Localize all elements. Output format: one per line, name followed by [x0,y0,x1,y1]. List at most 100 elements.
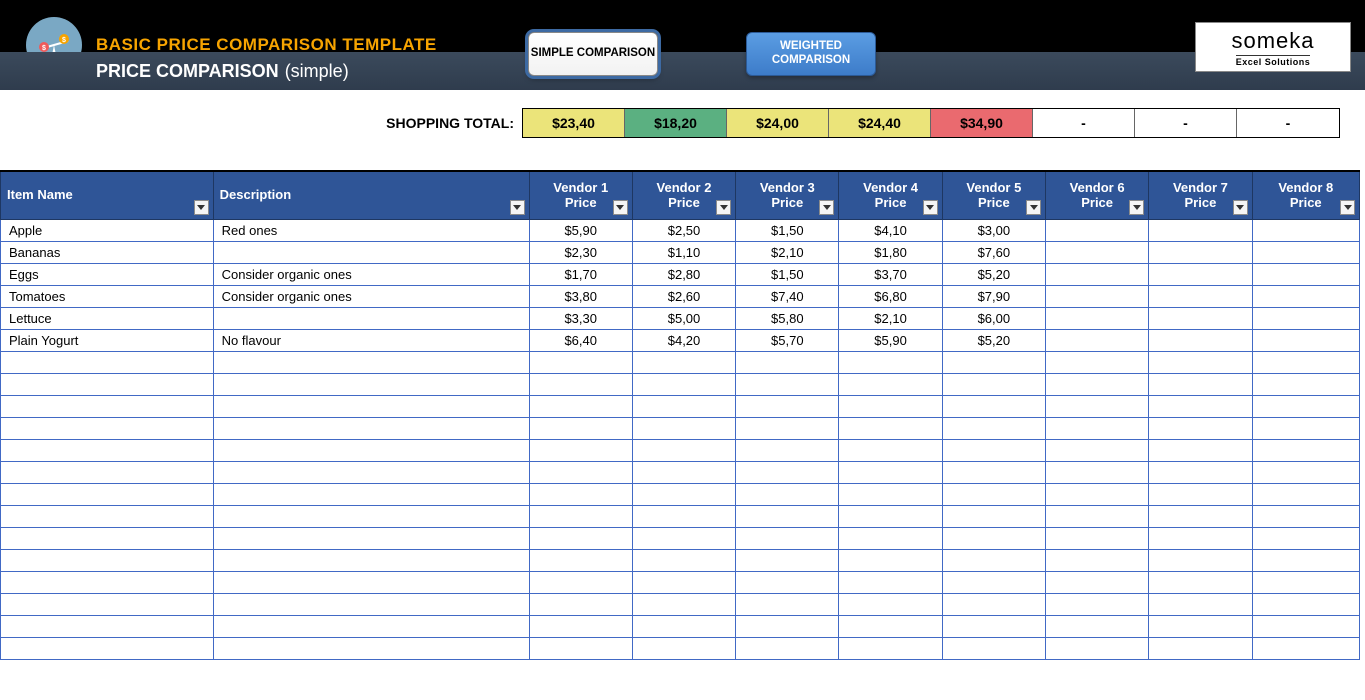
cell-description[interactable] [213,549,529,571]
filter-dropdown-icon[interactable] [1340,200,1355,215]
cell-vendor-5-price[interactable] [942,483,1045,505]
cell-vendor-7-price[interactable] [1149,263,1252,285]
cell-vendor-2-price[interactable] [632,549,735,571]
cell-vendor-5-price[interactable]: $7,60 [942,241,1045,263]
cell-vendor-6-price[interactable] [1046,571,1149,593]
cell-vendor-5-price[interactable] [942,615,1045,637]
cell-item-name[interactable]: Bananas [1,241,214,263]
cell-item-name[interactable] [1,417,214,439]
cell-vendor-7-price[interactable] [1149,307,1252,329]
cell-item-name[interactable]: Apple [1,219,214,241]
cell-item-name[interactable]: Eggs [1,263,214,285]
cell-vendor-4-price[interactable] [839,593,942,615]
cell-vendor-3-price[interactable]: $2,10 [736,241,839,263]
cell-vendor-1-price[interactable] [529,417,632,439]
cell-vendor-1-price[interactable] [529,593,632,615]
cell-vendor-4-price[interactable]: $4,10 [839,219,942,241]
cell-vendor-2-price[interactable] [632,615,735,637]
filter-dropdown-icon[interactable] [819,200,834,215]
cell-item-name[interactable] [1,395,214,417]
cell-vendor-3-price[interactable] [736,373,839,395]
cell-vendor-1-price[interactable]: $3,80 [529,285,632,307]
cell-vendor-2-price[interactable]: $4,20 [632,329,735,351]
cell-vendor-4-price[interactable] [839,439,942,461]
cell-vendor-2-price[interactable] [632,351,735,373]
cell-vendor-6-price[interactable] [1046,241,1149,263]
cell-vendor-5-price[interactable] [942,571,1045,593]
cell-item-name[interactable] [1,637,214,659]
cell-vendor-3-price[interactable] [736,571,839,593]
cell-vendor-4-price[interactable] [839,373,942,395]
cell-vendor-8-price[interactable] [1252,263,1359,285]
cell-description[interactable] [213,593,529,615]
cell-vendor-1-price[interactable]: $2,30 [529,241,632,263]
cell-vendor-5-price[interactable] [942,549,1045,571]
cell-vendor-5-price[interactable] [942,461,1045,483]
cell-description[interactable] [213,571,529,593]
cell-vendor-8-price[interactable] [1252,527,1359,549]
cell-description[interactable] [213,439,529,461]
cell-vendor-1-price[interactable] [529,505,632,527]
cell-vendor-2-price[interactable] [632,527,735,549]
cell-description[interactable] [213,461,529,483]
cell-vendor-2-price[interactable]: $2,60 [632,285,735,307]
cell-vendor-3-price[interactable] [736,417,839,439]
cell-vendor-8-price[interactable] [1252,373,1359,395]
cell-vendor-7-price[interactable] [1149,505,1252,527]
cell-vendor-2-price[interactable] [632,637,735,659]
cell-vendor-2-price[interactable] [632,461,735,483]
cell-vendor-4-price[interactable]: $2,10 [839,307,942,329]
cell-description[interactable] [213,373,529,395]
cell-vendor-5-price[interactable] [942,439,1045,461]
cell-vendor-5-price[interactable] [942,373,1045,395]
cell-vendor-3-price[interactable] [736,439,839,461]
filter-dropdown-icon[interactable] [1026,200,1041,215]
cell-vendor-7-price[interactable] [1149,571,1252,593]
cell-description[interactable] [213,241,529,263]
cell-vendor-6-price[interactable] [1046,615,1149,637]
cell-item-name[interactable]: Lettuce [1,307,214,329]
cell-vendor-6-price[interactable] [1046,439,1149,461]
filter-dropdown-icon[interactable] [194,200,209,215]
cell-vendor-8-price[interactable] [1252,549,1359,571]
cell-vendor-7-price[interactable] [1149,549,1252,571]
cell-vendor-3-price[interactable] [736,527,839,549]
tab-weighted-comparison[interactable]: WEIGHTED COMPARISON [746,32,876,76]
cell-vendor-4-price[interactable] [839,637,942,659]
cell-vendor-8-price[interactable] [1252,351,1359,373]
filter-dropdown-icon[interactable] [923,200,938,215]
cell-vendor-5-price[interactable]: $3,00 [942,219,1045,241]
cell-vendor-2-price[interactable]: $1,10 [632,241,735,263]
cell-vendor-6-price[interactable] [1046,219,1149,241]
cell-vendor-3-price[interactable]: $7,40 [736,285,839,307]
cell-vendor-6-price[interactable] [1046,395,1149,417]
cell-vendor-6-price[interactable] [1046,461,1149,483]
cell-vendor-8-price[interactable] [1252,241,1359,263]
cell-vendor-2-price[interactable] [632,483,735,505]
cell-vendor-5-price[interactable]: $5,20 [942,329,1045,351]
cell-vendor-7-price[interactable] [1149,637,1252,659]
cell-item-name[interactable] [1,505,214,527]
cell-vendor-2-price[interactable] [632,505,735,527]
cell-vendor-8-price[interactable] [1252,615,1359,637]
cell-vendor-3-price[interactable] [736,637,839,659]
cell-vendor-1-price[interactable] [529,351,632,373]
filter-dropdown-icon[interactable] [1129,200,1144,215]
cell-description[interactable]: Consider organic ones [213,285,529,307]
cell-vendor-6-price[interactable] [1046,637,1149,659]
cell-item-name[interactable]: Tomatoes [1,285,214,307]
cell-item-name[interactable]: Plain Yogurt [1,329,214,351]
cell-vendor-3-price[interactable] [736,461,839,483]
cell-vendor-7-price[interactable] [1149,593,1252,615]
cell-vendor-2-price[interactable]: $2,80 [632,263,735,285]
cell-vendor-4-price[interactable] [839,549,942,571]
cell-vendor-7-price[interactable] [1149,329,1252,351]
cell-vendor-4-price[interactable] [839,461,942,483]
cell-vendor-3-price[interactable] [736,615,839,637]
cell-vendor-8-price[interactable] [1252,219,1359,241]
cell-vendor-8-price[interactable] [1252,483,1359,505]
cell-vendor-6-price[interactable] [1046,329,1149,351]
cell-vendor-7-price[interactable] [1149,461,1252,483]
cell-vendor-7-price[interactable] [1149,285,1252,307]
tab-simple-comparison[interactable]: SIMPLE COMPARISON [528,32,658,76]
